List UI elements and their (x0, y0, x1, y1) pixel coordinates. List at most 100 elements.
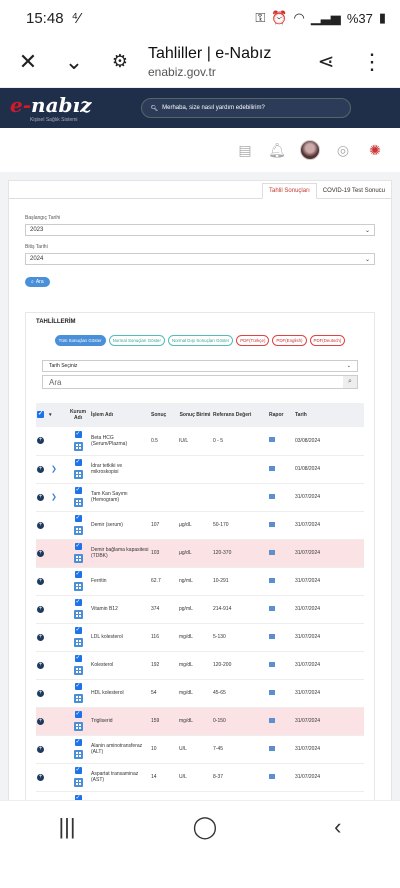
chevron-right-icon[interactable]: ❯ (51, 494, 57, 501)
chevron-down-icon[interactable]: ⌄ (56, 44, 92, 80)
end-date-select[interactable]: 2024 ⌄ (25, 253, 375, 265)
report-icon[interactable] (269, 689, 275, 695)
table-row[interactable]: + HDL kolesterol 54 mg/dL 45-65 31/07/2024 (36, 679, 364, 707)
back-icon[interactable]: ‹ (334, 814, 341, 840)
home-icon[interactable]: ◯ (193, 814, 218, 840)
recent-apps-icon[interactable]: ||| (58, 814, 75, 840)
table-row[interactable]: + ❯ Tam Kan Sayımı (Hemogram) 31/07/2024 (36, 483, 364, 511)
expand-cell[interactable]: + (36, 539, 48, 567)
table-row[interactable]: + Vitamin B12 374 pg/mL 214-914 31/07/2024 (36, 595, 364, 623)
row-checkbox[interactable] (74, 542, 82, 550)
row-checkbox[interactable] (74, 598, 82, 606)
tab-covid-test[interactable]: COVID-19 Test Sonucu (317, 184, 391, 198)
plus-icon[interactable]: + (37, 549, 44, 557)
globe-icon[interactable]: ◎ (334, 141, 352, 159)
plus-icon[interactable]: + (37, 689, 44, 697)
avatar[interactable] (300, 140, 320, 160)
table-row[interactable]: + Ferritin 62.7 ng/mL 10-291 31/07/2024 (36, 567, 364, 595)
enabiz-logo[interactable]: e-nabız Kişisel Sağlık Sistemi (10, 93, 91, 123)
share-icon[interactable]: ⋖ (308, 44, 344, 80)
expand-cell[interactable]: + (36, 595, 48, 623)
report-cell[interactable] (268, 651, 294, 679)
report-icon[interactable] (269, 773, 275, 779)
document-icon[interactable]: ▤ (236, 141, 254, 159)
ministry-logo-icon[interactable]: ✺ (366, 141, 384, 159)
expand-cell[interactable]: + (36, 455, 48, 483)
plus-icon[interactable]: + (37, 717, 44, 725)
plus-icon[interactable]: + (37, 465, 44, 473)
report-cell[interactable] (268, 567, 294, 595)
row-checkbox[interactable] (74, 794, 82, 800)
row-checkbox[interactable] (74, 654, 82, 662)
expand-cell[interactable]: + (36, 511, 48, 539)
table-row[interactable]: + Kolesterol 192 mg/dL 120-200 31/07/2024 (36, 651, 364, 679)
report-cell[interactable] (268, 763, 294, 791)
report-cell[interactable] (268, 539, 294, 567)
expand-cell[interactable]: + (36, 483, 48, 511)
plus-icon[interactable]: + (37, 493, 44, 501)
expand-cell[interactable]: + (36, 735, 48, 763)
row-checkbox[interactable] (74, 766, 82, 774)
report-cell[interactable] (268, 427, 294, 455)
more-options-icon[interactable]: ⋮ (354, 44, 390, 80)
close-icon[interactable]: ✕ (10, 44, 46, 80)
row-checkbox[interactable] (74, 626, 82, 634)
table-row[interactable]: + Aspartat transaminaz (AST) 14 U/L 8-37 31/0… (36, 763, 364, 791)
report-icon[interactable] (269, 437, 275, 443)
report-icon[interactable] (269, 605, 275, 611)
table-search-input[interactable]: Ara ⌕ (42, 375, 358, 389)
report-cell[interactable] (268, 483, 294, 511)
show-all-button[interactable]: Tüm Sonuçları Göster (54, 335, 106, 346)
plus-icon[interactable]: + (37, 577, 44, 585)
table-row[interactable]: + Demir bağlama kapasitesi (TDBK)103 µg/dL… (36, 539, 364, 567)
plus-icon[interactable]: + (37, 633, 44, 641)
bell-icon[interactable]: 🔔︎ (268, 141, 286, 159)
assistant-search[interactable]: 🔍︎ Merhaba, size nasıl yardım edebilirim… (141, 98, 352, 118)
report-cell[interactable] (268, 707, 294, 735)
select-all-checkbox[interactable] (37, 410, 44, 418)
row-checkbox[interactable] (74, 738, 82, 746)
select-all-header[interactable] (36, 403, 48, 427)
report-icon[interactable] (269, 465, 275, 471)
tab-tahlil-sonuclari[interactable]: Tahlil Sonuçları (262, 183, 317, 199)
plus-icon[interactable]: + (37, 521, 44, 529)
plus-icon[interactable]: + (37, 605, 44, 613)
report-icon[interactable] (269, 577, 275, 583)
row-checkbox[interactable] (74, 570, 82, 578)
table-row[interactable]: + Demir (serum) 107 µg/dL 50-170 31/07/2024 (36, 511, 364, 539)
report-icon[interactable] (269, 493, 275, 499)
pdf-german-button[interactable]: PDF(Deutsch) (309, 335, 346, 346)
expand-cell[interactable]: + (36, 679, 48, 707)
pdf-english-button[interactable]: PDF(English) (272, 335, 307, 346)
start-date-select[interactable]: 2023 ⌄ (25, 224, 375, 236)
pdf-turkish-button[interactable]: PDF(Türkçe) (236, 335, 270, 346)
expand-cell[interactable]: + (36, 651, 48, 679)
plus-icon[interactable]: + (37, 745, 44, 753)
report-icon[interactable] (269, 745, 275, 751)
expand-cell[interactable]: + (36, 623, 48, 651)
expand-cell[interactable]: + (36, 707, 48, 735)
row-checkbox[interactable] (74, 682, 82, 690)
report-icon[interactable] (269, 661, 275, 667)
page-url[interactable]: enabiz.gov.tr (148, 65, 298, 79)
expand-cell[interactable]: + (36, 567, 48, 595)
search-button[interactable]: ⌕ Ara (25, 277, 50, 287)
row-checkbox[interactable] (74, 486, 82, 494)
report-icon[interactable] (269, 717, 275, 723)
report-cell[interactable] (268, 511, 294, 539)
plus-icon[interactable]: + (37, 661, 44, 669)
report-cell[interactable] (268, 623, 294, 651)
report-cell[interactable] (268, 735, 294, 763)
report-cell[interactable] (268, 791, 294, 800)
report-icon[interactable] (269, 633, 275, 639)
show-abnormal-button[interactable]: Normal Dışı Sonuçları Göster (167, 335, 234, 346)
expand-cell[interactable]: + (36, 791, 48, 800)
table-row[interactable]: + Bilirubin (total)0.87mg/dL0.3-1.2 31/07/… (36, 791, 364, 800)
row-checkbox[interactable] (74, 430, 82, 438)
plus-icon[interactable]: + (37, 773, 44, 781)
row-checkbox[interactable] (74, 514, 82, 522)
expand-cell[interactable]: + (36, 763, 48, 791)
table-row[interactable]: + Beta HCG (Serum/Plazma) 0.5 IU/L 0 - 5 03/0… (36, 427, 364, 455)
report-cell[interactable] (268, 595, 294, 623)
date-select[interactable]: Tarih Seçiniz ⌄ (42, 360, 358, 372)
